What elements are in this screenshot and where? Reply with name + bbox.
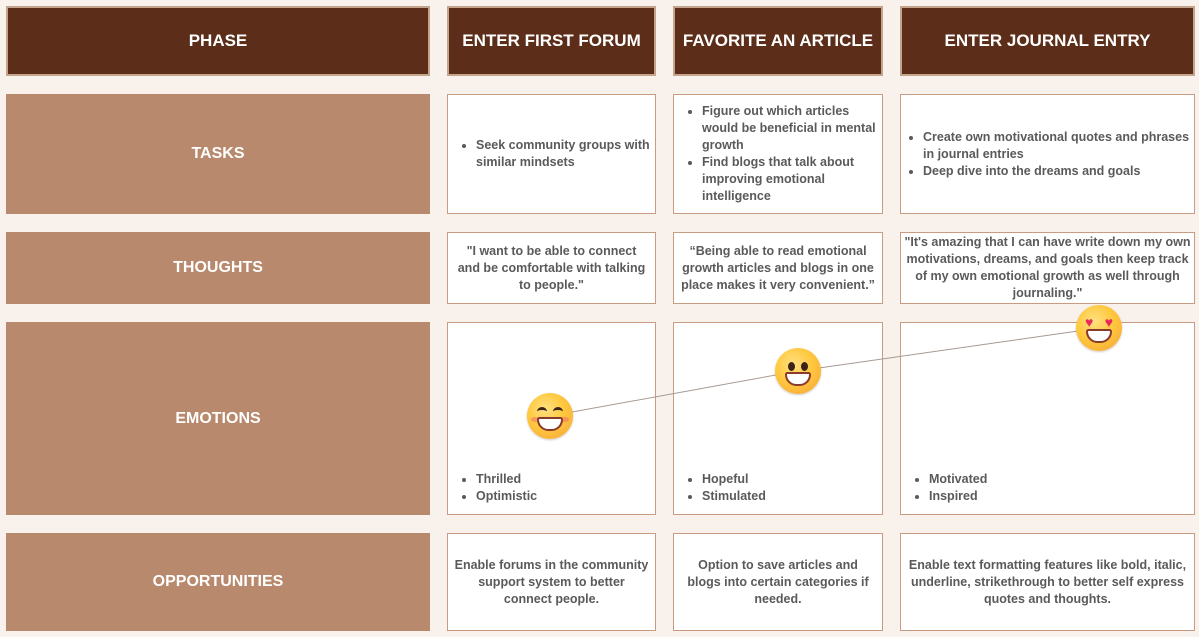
thought-cell-article: “Being able to read emotional growth art… bbox=[673, 232, 883, 304]
tasks-list: Create own motivational quotes and phras… bbox=[907, 129, 1190, 180]
opportunity-cell-journal: Enable text formatting features like bol… bbox=[900, 533, 1195, 631]
opportunity-cell-forum: Enable forums in the community support s… bbox=[447, 533, 656, 631]
emotion-item: Optimistic bbox=[476, 488, 537, 505]
task-item: Create own motivational quotes and phras… bbox=[923, 129, 1190, 163]
header-enter-first-forum: ENTER FIRST FORUM bbox=[447, 6, 656, 76]
row-label-tasks: TASKS bbox=[6, 94, 430, 214]
emotion-list: Thrilled Optimistic bbox=[454, 471, 537, 505]
row-label-emotions: EMOTIONS bbox=[6, 322, 430, 515]
tasks-cell-forum: Seek community groups with similar minds… bbox=[447, 94, 656, 214]
task-item: Deep dive into the dreams and goals bbox=[923, 163, 1190, 180]
emotion-cell-journal: Motivated Inspired bbox=[900, 322, 1195, 515]
task-item: Figure out which articles would be benef… bbox=[702, 103, 878, 154]
emotion-list: Hopeful Stimulated bbox=[680, 471, 766, 505]
tasks-list: Seek community groups with similar minds… bbox=[454, 137, 651, 171]
opportunity-cell-article: Option to save articles and blogs into c… bbox=[673, 533, 883, 631]
header-enter-journal-entry: ENTER JOURNAL ENTRY bbox=[900, 6, 1195, 76]
header-phase: PHASE bbox=[6, 6, 430, 76]
tasks-cell-article: Figure out which articles would be benef… bbox=[673, 94, 883, 214]
grinning-face-big-eyes-icon bbox=[775, 348, 821, 394]
tasks-list: Figure out which articles would be benef… bbox=[680, 103, 878, 205]
emotion-item: Inspired bbox=[929, 488, 987, 505]
thought-cell-forum: "I want to be able to connect and be com… bbox=[447, 232, 656, 304]
emotion-item: Thrilled bbox=[476, 471, 537, 488]
header-favorite-an-article: FAVORITE AN ARTICLE bbox=[673, 6, 883, 76]
emotion-item: Hopeful bbox=[702, 471, 766, 488]
task-item: Find blogs that talk about improving emo… bbox=[702, 154, 878, 205]
row-label-opportunities: OPPORTUNITIES bbox=[6, 533, 430, 631]
emotion-item: Motivated bbox=[929, 471, 987, 488]
heart-eyes-face-icon: ♥ ♥ bbox=[1076, 305, 1122, 351]
thought-cell-journal: "It's amazing that I can have write down… bbox=[900, 232, 1195, 304]
task-item: Seek community groups with similar minds… bbox=[476, 137, 651, 171]
grinning-squinting-face-icon bbox=[527, 393, 573, 439]
row-label-thoughts: THOUGHTS bbox=[6, 232, 430, 304]
emotion-list: Motivated Inspired bbox=[907, 471, 987, 505]
tasks-cell-journal: Create own motivational quotes and phras… bbox=[900, 94, 1195, 214]
emotion-cell-article: Hopeful Stimulated bbox=[673, 322, 883, 515]
emotion-item: Stimulated bbox=[702, 488, 766, 505]
